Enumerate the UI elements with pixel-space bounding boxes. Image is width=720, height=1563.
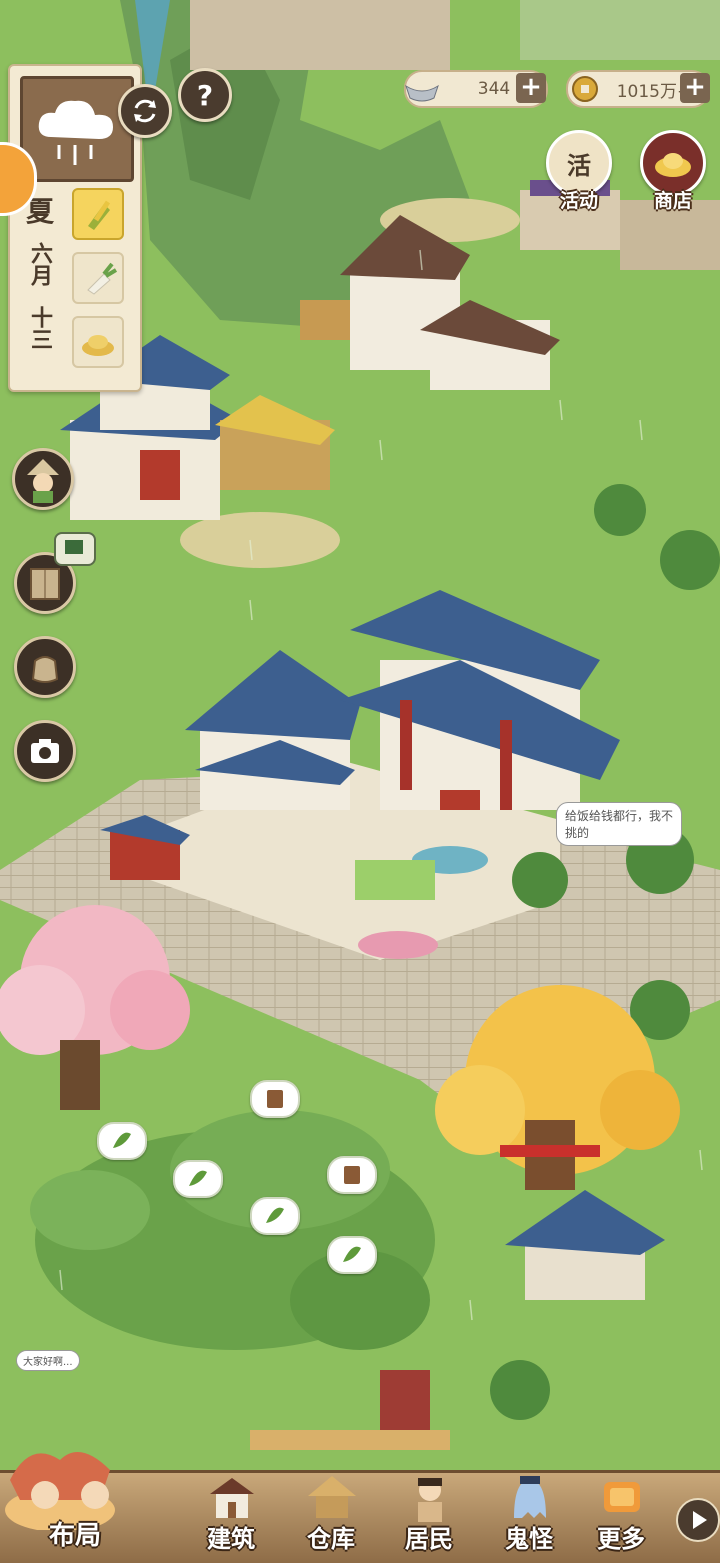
- crop-slot-grain[interactable]: [72, 316, 124, 368]
- villager-portrait-button[interactable]: [12, 448, 74, 510]
- warehouse-icon: [306, 1472, 358, 1524]
- rain-cloud-icon: [38, 100, 113, 165]
- villager-avatar-icon: [27, 459, 59, 503]
- refresh-icon: [134, 99, 156, 123]
- leaf-harvest-bubble[interactable]: [250, 1197, 300, 1235]
- sand-patch: [180, 512, 340, 568]
- add-silver-button[interactable]: +: [516, 73, 546, 103]
- refresh-button[interactable]: [118, 84, 172, 138]
- nav-buildings[interactable]: 建筑: [186, 1468, 276, 1560]
- grain-pile-icon: [82, 335, 114, 356]
- play-arrow-icon: [693, 1511, 707, 1529]
- nav-warehouse[interactable]: 仓库: [286, 1468, 376, 1560]
- nav-buildings-label: 建筑: [207, 1524, 255, 1553]
- nav-more-label: 更多: [597, 1524, 645, 1553]
- events-label: 活动: [559, 190, 598, 212]
- message-badge[interactable]: [54, 532, 96, 566]
- upper-courtyard: [190, 0, 450, 70]
- nav-residents-label: 居民: [405, 1524, 453, 1553]
- expand-menu-button[interactable]: [676, 1498, 720, 1542]
- ghost-icon: [504, 1472, 556, 1524]
- upper-field: [520, 0, 720, 60]
- nav-more[interactable]: 更多: [576, 1468, 666, 1560]
- day-label: 十三: [27, 306, 53, 350]
- shop-button[interactable]: 商店: [640, 130, 706, 214]
- silver-ingot-icon: [405, 84, 439, 102]
- help-button[interactable]: ?: [178, 68, 232, 122]
- resident-speech-bubble: 给饭给钱都行，我不挑的: [556, 802, 682, 846]
- nav-ghosts[interactable]: 鬼怪: [484, 1468, 574, 1560]
- building-icon: [206, 1472, 258, 1524]
- leaf-harvest-bubble[interactable]: [327, 1236, 377, 1274]
- copper-coin-icon: [572, 76, 598, 102]
- nav-layout-label: 布局: [48, 1521, 101, 1551]
- camera-icon: [31, 739, 59, 763]
- help-label: ?: [196, 78, 214, 112]
- corn-icon: [88, 200, 111, 230]
- leaf-harvest-bubble[interactable]: [97, 1122, 147, 1160]
- cloth-bag-icon: [31, 656, 59, 683]
- resident-icon: [404, 1472, 456, 1524]
- events-button[interactable]: 活 活动: [546, 130, 612, 214]
- radish-icon: [87, 262, 118, 295]
- wood-harvest-bubble[interactable]: [250, 1080, 300, 1118]
- nav-residents[interactable]: 居民: [384, 1468, 474, 1560]
- chat-icon: [65, 540, 83, 554]
- add-coins-button[interactable]: +: [680, 73, 710, 103]
- nav-layout[interactable]: 布局: [0, 1440, 150, 1560]
- month-label: 六月: [27, 242, 53, 286]
- wood-harvest-bubble[interactable]: [327, 1156, 377, 1194]
- visitor-speech-text: 大家好啊...: [23, 1357, 73, 1368]
- nav-warehouse-label: 仓库: [307, 1524, 355, 1553]
- leaf-harvest-bubble[interactable]: [173, 1160, 223, 1198]
- bag-button[interactable]: [14, 636, 76, 698]
- crop-slot-radish[interactable]: [72, 252, 124, 304]
- crop-slot-corn[interactable]: [72, 188, 124, 240]
- visitor-speech-bubble: 大家好啊...: [16, 1350, 80, 1371]
- nav-ghosts-label: 鬼怪: [505, 1524, 553, 1553]
- more-icon: [596, 1472, 648, 1524]
- weather-display[interactable]: [20, 76, 134, 182]
- camera-button[interactable]: [14, 720, 76, 782]
- resident-speech-text: 给饭给钱都行，我不挑的: [565, 809, 674, 840]
